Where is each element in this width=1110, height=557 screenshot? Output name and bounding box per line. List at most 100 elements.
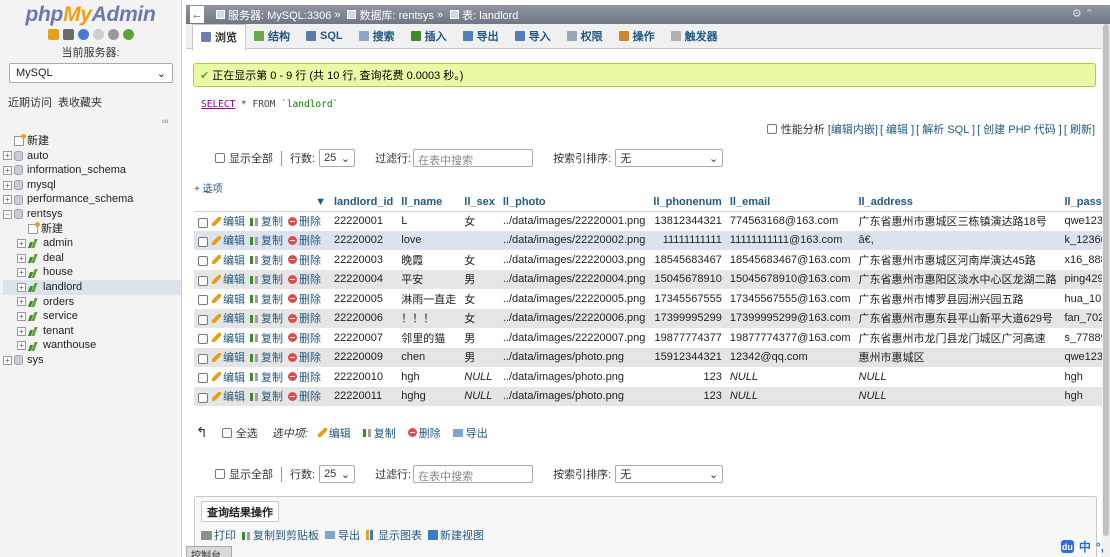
- explain-sql-link[interactable]: [ 解析 SQL ]: [916, 121, 975, 137]
- cell-landlord_id[interactable]: 22220010: [330, 367, 398, 387]
- cell-ll_sex[interactable]: 女: [460, 289, 499, 309]
- cell-ll_name[interactable]: chen: [397, 347, 461, 367]
- select-all-label[interactable]: 全选: [236, 425, 258, 441]
- column-header-ll_phonenum[interactable]: ll_phonenum: [649, 193, 726, 212]
- edit-row-button[interactable]: 编辑: [212, 252, 245, 268]
- bulk-delete-button[interactable]: 删除: [407, 425, 441, 441]
- column-header-ll_address[interactable]: ll_address: [854, 193, 1061, 212]
- delete-row-button[interactable]: 删除: [288, 271, 321, 287]
- cell-ll_photo[interactable]: ../data/images/photo.png: [498, 347, 650, 367]
- table-row[interactable]: 编辑 复制 删除 22220009 chen 男 ../data/images/photo.…: [194, 347, 1110, 367]
- delete-row-button[interactable]: 删除: [288, 349, 321, 365]
- cell-ll_email[interactable]: 18545683467@163.com: [725, 250, 855, 270]
- row-checkbox[interactable]: [198, 314, 208, 325]
- cell-ll_email[interactable]: 17345567555@163.com: [725, 289, 855, 309]
- collapse-icon[interactable]: −: [3, 209, 12, 219]
- cell-landlord_id[interactable]: 22220004: [330, 269, 398, 289]
- row-checkbox[interactable]: [198, 392, 208, 403]
- cell-ll_address[interactable]: NULL: [854, 386, 1061, 406]
- cell-ll_address[interactable]: NULL: [854, 367, 1061, 387]
- cell-ll_email[interactable]: NULL: [725, 386, 855, 406]
- expand-icon[interactable]: +: [17, 326, 26, 336]
- cell-landlord_id[interactable]: 22220011: [330, 386, 398, 406]
- logout-icon[interactable]: [62, 29, 74, 40]
- cell-ll_name[interactable]: 淋雨一直走: [397, 289, 461, 309]
- edit-row-button[interactable]: 编辑: [212, 369, 245, 385]
- row-checkbox[interactable]: [198, 353, 208, 364]
- expand-icon[interactable]: +: [17, 282, 26, 292]
- expand-icon[interactable]: +: [17, 238, 26, 248]
- expand-icon[interactable]: +: [17, 268, 26, 278]
- edit-row-button[interactable]: 编辑: [212, 330, 245, 346]
- table-row[interactable]: 编辑 复制 删除 22220003 晚霞女 ../data/images/22220003…: [194, 250, 1110, 270]
- cell-ll_email[interactable]: 15045678910@163.com: [725, 269, 855, 289]
- delete-row-button[interactable]: 删除: [288, 310, 321, 326]
- column-header-ll_sex[interactable]: ll_sex: [460, 193, 499, 212]
- breadcrumb-server[interactable]: 服务器: MySQL:3306: [228, 7, 331, 23]
- expand-icon[interactable]: +: [3, 151, 12, 161]
- edit-row-button[interactable]: 编辑: [212, 213, 245, 229]
- favorites-tab[interactable]: 表收藏夹: [58, 97, 102, 109]
- show-all-checkbox[interactable]: [215, 153, 225, 163]
- tab-0[interactable]: 浏览: [192, 23, 246, 50]
- delete-row-button[interactable]: 删除: [288, 291, 321, 307]
- cell-ll_name[interactable]: L: [397, 211, 461, 231]
- console-tab[interactable]: 控制台: [186, 546, 232, 557]
- cell-ll_email[interactable]: NULL: [725, 367, 855, 387]
- cell-ll_phonenum[interactable]: 18545683467: [649, 250, 726, 270]
- cell-landlord_id[interactable]: 22220003: [330, 250, 398, 270]
- cell-ll_name[interactable]: hghg: [397, 386, 461, 406]
- cell-ll_name[interactable]: 晚霞: [397, 250, 461, 270]
- tree-item-orders[interactable]: + orders: [3, 295, 181, 310]
- tab-9[interactable]: 触发器: [663, 24, 726, 49]
- cell-ll_photo[interactable]: ../data/images/22220003.png: [498, 250, 650, 270]
- table-row[interactable]: 编辑 复制 删除 22220007 邻里的猫男 ../data/images/222200…: [194, 328, 1110, 348]
- cell-ll_email[interactable]: 11111111111@163.com: [725, 230, 855, 250]
- edit-row-button[interactable]: 编辑: [212, 310, 245, 326]
- reload-icon[interactable]: [122, 29, 134, 40]
- cell-ll_email[interactable]: 12342@qq.com: [725, 347, 855, 367]
- cell-ll_address[interactable]: 广东省惠州市惠阳区淡水中心区龙湖二路: [854, 269, 1061, 289]
- table-row[interactable]: 编辑 复制 删除 22220004 平安男 ../data/images/22220004…: [194, 269, 1110, 289]
- display-chart-button[interactable]: 显示图表: [366, 527, 422, 543]
- tab-3[interactable]: 搜索: [351, 24, 403, 49]
- bulk-export-button[interactable]: 导出: [452, 425, 488, 441]
- cell-landlord_id[interactable]: 22220002: [330, 230, 398, 250]
- cell-ll_phonenum[interactable]: 19877774377: [649, 328, 726, 348]
- filter-input[interactable]: 在表中搜索: [413, 465, 534, 483]
- cell-ll_sex[interactable]: 男: [460, 347, 499, 367]
- copy-row-button[interactable]: 复制: [250, 310, 283, 326]
- cell-ll_phonenum[interactable]: 123: [649, 386, 726, 406]
- tree-item-performance_schema[interactable]: + performance_schema: [3, 192, 181, 207]
- bulk-edit-button[interactable]: 编辑: [317, 425, 351, 441]
- cell-ll_sex[interactable]: 男: [460, 269, 499, 289]
- export-button[interactable]: 导出: [325, 527, 360, 543]
- tree-item-sys[interactable]: + sys: [3, 353, 181, 368]
- table-row[interactable]: 编辑 复制 删除 22220006！！！女 ../data/images/2222000…: [194, 308, 1110, 328]
- tree-item-service[interactable]: + service: [3, 309, 181, 324]
- cell-ll_address[interactable]: 广东省惠州市惠城区三栋镇演达路18号: [854, 211, 1061, 231]
- cell-ll_address[interactable]: 广东省惠州市龙门县龙门城区广河高速: [854, 328, 1061, 348]
- table-row[interactable]: 编辑 复制 删除 22220005 淋雨一直走女 ../data/images/22220…: [194, 289, 1110, 309]
- cell-ll_phonenum[interactable]: 11111111111: [649, 230, 726, 250]
- rows-select[interactable]: 25 ⌄: [319, 465, 356, 483]
- expand-icon[interactable]: +: [17, 253, 26, 263]
- edit-row-button[interactable]: 编辑: [212, 271, 245, 287]
- expand-icon[interactable]: +: [17, 297, 26, 307]
- settings-icon[interactable]: [107, 29, 119, 40]
- create-view-button[interactable]: 新建视图: [428, 527, 484, 543]
- cell-ll_phonenum[interactable]: 17345567555: [649, 289, 726, 309]
- tree-item-新建[interactable]: 新建: [3, 221, 181, 237]
- cell-ll_sex[interactable]: NULL: [460, 386, 499, 406]
- table-row[interactable]: 编辑 复制 删除 22220002 love ../data/images/2222000…: [194, 230, 1110, 250]
- link-icon[interactable]: ∞: [162, 116, 168, 126]
- tab-4[interactable]: 插入: [403, 24, 455, 49]
- table-row[interactable]: 编辑 复制 删除 22220001 L 女 ../data/images/22220001.…: [194, 211, 1110, 231]
- tree-item-auto[interactable]: + auto: [3, 149, 181, 164]
- cell-landlord_id[interactable]: 22220001: [330, 211, 398, 231]
- sort-select[interactable]: 无 ⌄: [615, 465, 724, 483]
- cell-landlord_id[interactable]: 22220006: [330, 308, 398, 328]
- tree-item-admin[interactable]: + admin: [3, 236, 181, 251]
- expand-icon[interactable]: +: [3, 165, 12, 175]
- cell-ll_sex[interactable]: [460, 230, 499, 250]
